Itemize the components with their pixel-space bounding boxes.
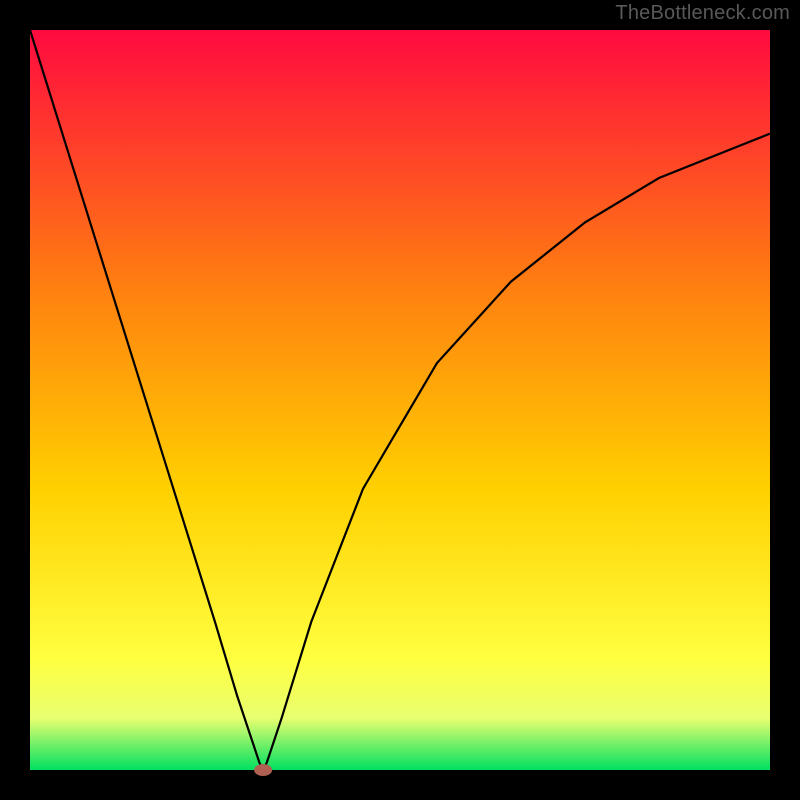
chart-frame: TheBottleneck.com bbox=[0, 0, 800, 800]
minimum-marker bbox=[254, 764, 272, 776]
watermark-text: TheBottleneck.com bbox=[615, 2, 790, 25]
chart-svg bbox=[0, 0, 800, 800]
plot-background bbox=[30, 30, 770, 770]
